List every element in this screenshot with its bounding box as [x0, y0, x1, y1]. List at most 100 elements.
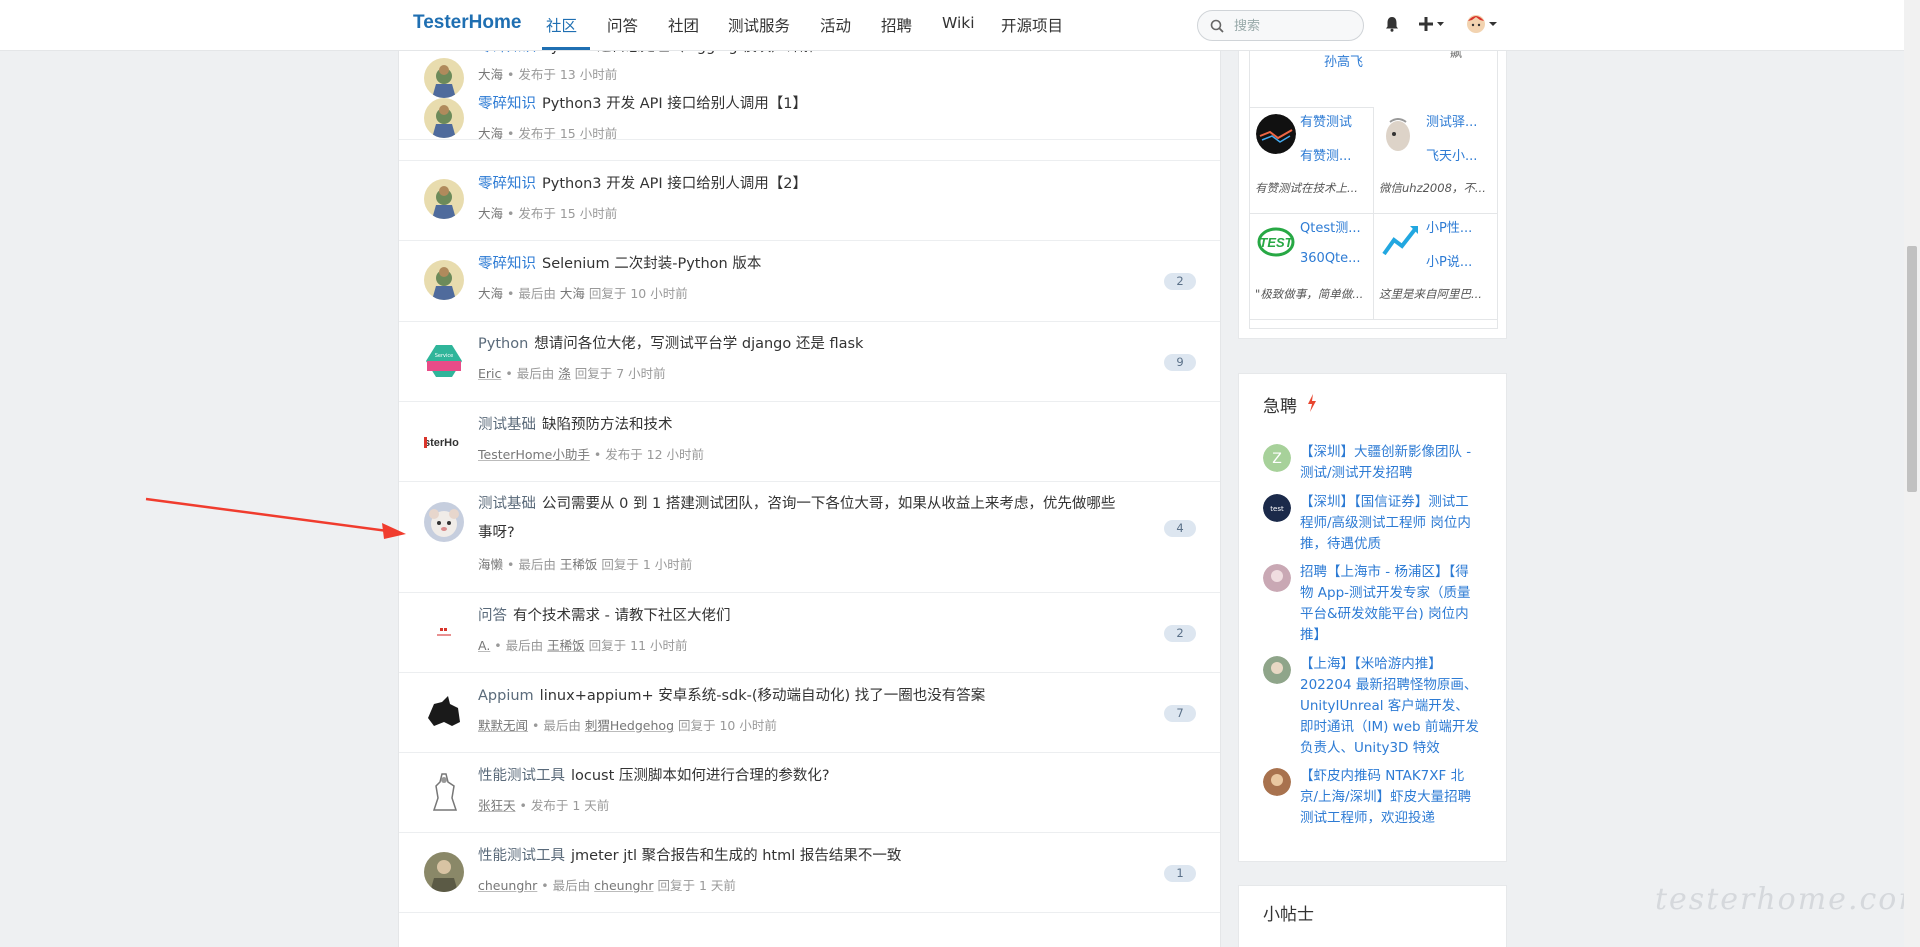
avatar[interactable]: sterHo — [424, 421, 464, 461]
topic-author[interactable]: 大海 — [478, 286, 503, 301]
topic-node[interactable]: 零碎知识 — [478, 176, 536, 192]
last-reply-user[interactable]: 王稀饭 — [560, 557, 598, 572]
sponsor-name[interactable]: 测试驿... — [1426, 111, 1477, 130]
topic-title-text[interactable]: Python3 开发 API 接口给别人调用【2】 — [542, 176, 807, 192]
search-box[interactable] — [1197, 10, 1364, 41]
topic-title-text[interactable]: 缺陷预防方法和技术 — [542, 417, 673, 433]
topic-row[interactable]: 测试基础 公司需要从 0 到 1 搭建测试团队，咨询一下各位大哥，如果从收益上来考… — [399, 482, 1220, 593]
avatar[interactable] — [424, 612, 464, 652]
topic-author[interactable]: 大海 — [478, 67, 503, 82]
avatar[interactable] — [424, 692, 464, 732]
topic-node[interactable]: Python — [478, 336, 528, 352]
sponsor-cell[interactable]: 小P性... 小P说... 这里是来自阿里巴... — [1374, 214, 1498, 320]
avatar[interactable] — [424, 98, 464, 138]
scrollbar-thumb[interactable] — [1907, 246, 1917, 492]
last-reply-user[interactable]: cheunghr — [594, 878, 653, 893]
last-reply-user[interactable]: 王稀饭 — [547, 638, 585, 653]
topic-title[interactable]: 性能测试工具 locust 压测脚本如何进行合理的参数化? — [478, 762, 1118, 791]
nav-item-groups[interactable]: 社团 — [668, 14, 699, 36]
topic-title-text[interactable]: Python3 开发 API 接口给别人调用【1】 — [542, 96, 807, 112]
nav-item-open-source[interactable]: 开源项目 — [1001, 14, 1063, 36]
nav-item-events[interactable]: 活动 — [820, 14, 851, 36]
bell-icon[interactable] — [1385, 16, 1399, 32]
topic-row[interactable]: 问答 有个技术需求 - 请教下社区大佬们 A. • 最后由 王稀饭 回复于 11 … — [399, 593, 1220, 673]
topic-title[interactable]: 零碎知识 Python3 开发 API 接口给别人调用【2】 — [478, 170, 1118, 199]
job-title[interactable]: 招聘【上海市 - 杨浦区】【得物 App-测试开发专家（质量平台&研发效能平台)… — [1300, 562, 1480, 646]
job-item[interactable]: 招聘【上海市 - 杨浦区】【得物 App-测试开发专家（质量平台&研发效能平台)… — [1263, 562, 1483, 654]
topic-row[interactable]: 零碎知识 Python3 开发 API 接口给别人调用【2】 大海 • 发布于 1… — [399, 161, 1220, 241]
nav-item-wiki[interactable]: Wiki — [942, 14, 975, 32]
topic-author[interactable]: 默默无闻 — [478, 718, 528, 733]
job-title[interactable]: 【虾皮内推码 NTAK7XF 北京/上海/深圳】虾皮大量招聘测试工程师，欢迎投递 — [1300, 766, 1480, 829]
topic-author[interactable]: Eric — [478, 366, 501, 381]
sponsor-subname[interactable]: 飞天小... — [1426, 145, 1477, 164]
sponsor-name[interactable]: 孙高飞 — [1324, 51, 1363, 70]
reply-count-badge[interactable]: 1 — [1164, 865, 1196, 882]
topic-row[interactable]: 性能测试工具 locust 压测脚本如何进行合理的参数化? 张狂天 • 发布于 1… — [399, 753, 1220, 833]
nav-item-test-services[interactable]: 测试服务 — [728, 14, 790, 36]
search-input[interactable] — [1234, 17, 1354, 35]
job-item[interactable]: 【上海】【米哈游内推】202204 最新招聘怪物原画、UnityIUnreal … — [1263, 654, 1483, 766]
topic-title-text[interactable]: linux+appium+ 安卓系统-sdk-(移动端自动化) 找了一圈也没有答… — [540, 688, 986, 704]
topic-node[interactable]: Appium — [478, 688, 534, 704]
sponsor-cell[interactable]: 有赞测试 有赞测... 有赞测试在技术上... — [1250, 108, 1374, 214]
sponsor-subname[interactable]: 小P说... — [1426, 251, 1472, 270]
job-title[interactable]: 【深圳】【国信证券】测试工程师/高级测试工程师 岗位内推，待遇优质 — [1300, 492, 1480, 555]
topic-node[interactable]: 性能测试工具 — [478, 768, 565, 784]
topic-title-text[interactable]: 想请问各位大佬，写测试平台学 django 还是 flask — [534, 336, 863, 352]
topic-author[interactable]: 张狂天 — [478, 798, 516, 813]
topic-author[interactable]: cheunghr — [478, 878, 537, 893]
topic-title[interactable]: 性能测试工具 jmeter jtl 聚合报告和生成的 html 报告结果不一致 — [478, 842, 1118, 871]
topic-node[interactable]: 性能测试工具 — [478, 848, 565, 864]
last-reply-user[interactable]: 涤 — [558, 366, 571, 381]
topic-row[interactable]: 零碎知识 Selenium 二次封装-Python 版本 大海 • 最后由 大海 … — [399, 241, 1220, 322]
topic-title-text[interactable]: 公司需要从 0 到 1 搭建测试团队，咨询一下各位大哥，如果从收益上来考虑，优先… — [478, 496, 1115, 541]
topic-title-text[interactable]: 有个技术需求 - 请教下社区大佬们 — [513, 608, 730, 624]
reply-count-badge[interactable]: 4 — [1164, 520, 1196, 537]
plus-dropdown-icon[interactable] — [1419, 17, 1445, 31]
sponsor-name[interactable]: Qtest测... — [1300, 217, 1361, 236]
topic-title-text[interactable]: Selenium 二次封装-Python 版本 — [542, 256, 761, 272]
sponsor-subname[interactable]: 有赞测... — [1300, 145, 1351, 164]
topic-author[interactable]: TesterHome小助手 — [478, 447, 590, 462]
sponsor-cell[interactable]: TEST Qtest测... 360Qte... "极致做事，简单做... — [1250, 214, 1374, 320]
nav-item-community[interactable]: 社区 — [546, 14, 577, 36]
topic-row[interactable]: 零碎知识 Python3 开发 API 接口给别人调用【1】 大海 • 发布于 1… — [399, 81, 1220, 161]
last-reply-user[interactable]: 刺猬Hedgehog — [585, 718, 674, 733]
topic-row[interactable]: sterHo 测试基础 缺陷预防方法和技术 TesterHome小助手 • 发布于… — [399, 402, 1220, 482]
avatar[interactable] — [424, 852, 464, 892]
user-avatar-menu-icon[interactable] — [1466, 13, 1498, 35]
avatar[interactable] — [424, 260, 464, 300]
sponsor-name[interactable]: 有赞测试 — [1300, 111, 1352, 130]
avatar[interactable] — [424, 502, 464, 542]
job-title[interactable]: 【上海】【米哈游内推】202204 最新招聘怪物原画、UnityIUnreal … — [1300, 654, 1480, 759]
topic-node[interactable]: 零碎知识 — [478, 256, 536, 272]
job-title[interactable]: 【深圳】大疆创新影像团队 - 测试/测试开发招聘 — [1300, 442, 1480, 484]
nav-item-qa[interactable]: 问答 — [607, 14, 638, 36]
avatar[interactable]: Service — [424, 341, 464, 381]
topic-node[interactable]: 零碎知识 — [478, 96, 536, 112]
topic-title[interactable]: 问答 有个技术需求 - 请教下社区大佬们 — [478, 602, 1118, 631]
reply-count-badge[interactable]: 2 — [1164, 273, 1196, 290]
topic-row[interactable]: 性能测试工具 jmeter jtl 聚合报告和生成的 html 报告结果不一致 c… — [399, 833, 1220, 913]
sponsor-name[interactable]: 小P性... — [1426, 217, 1472, 236]
topic-title[interactable]: Python 想请问各位大佬，写测试平台学 django 还是 flask — [478, 330, 1118, 359]
reply-count-badge[interactable]: 9 — [1164, 354, 1196, 371]
page-scrollbar[interactable] — [1904, 0, 1920, 947]
reply-count-badge[interactable]: 7 — [1164, 705, 1196, 722]
job-item[interactable]: Z 【深圳】大疆创新影像团队 - 测试/测试开发招聘 — [1263, 442, 1483, 490]
topic-title-text[interactable]: jmeter jtl 聚合报告和生成的 html 报告结果不一致 — [571, 848, 901, 864]
topic-title-text[interactable]: locust 压测脚本如何进行合理的参数化? — [571, 768, 830, 784]
reply-count-badge[interactable]: 2 — [1164, 625, 1196, 642]
avatar[interactable] — [424, 179, 464, 219]
nav-item-jobs[interactable]: 招聘 — [881, 14, 912, 36]
job-item[interactable]: 【虾皮内推码 NTAK7XF 北京/上海/深圳】虾皮大量招聘测试工程师，欢迎投递 — [1263, 766, 1483, 836]
brand-logo[interactable]: TesterHome — [413, 12, 521, 34]
topic-title[interactable]: 零碎知识 Selenium 二次封装-Python 版本 — [478, 250, 1118, 279]
topic-row[interactable]: Appium linux+appium+ 安卓系统-sdk-(移动端自动化) 找了… — [399, 673, 1220, 753]
topic-node[interactable]: 问答 — [478, 608, 507, 624]
topic-author[interactable]: A. — [478, 638, 490, 653]
topic-author[interactable]: 海懒 — [478, 557, 503, 572]
topic-node[interactable]: 测试基础 — [478, 496, 536, 512]
topic-node[interactable]: 测试基础 — [478, 417, 536, 433]
